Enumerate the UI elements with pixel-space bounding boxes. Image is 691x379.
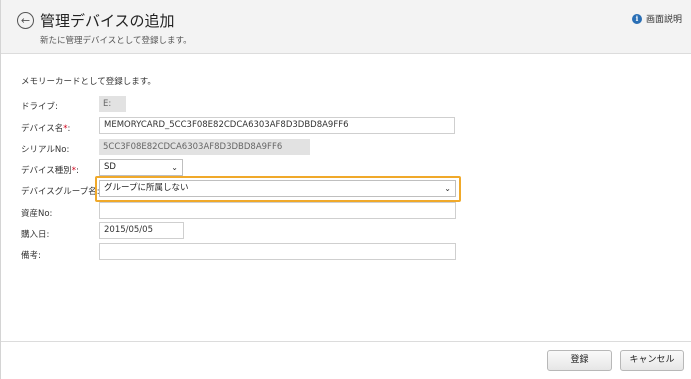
help-link[interactable]: i 画面説明 [631, 12, 682, 25]
remarks-label: 備考: [21, 251, 41, 261]
device-name-label-suffix: : [67, 124, 71, 134]
asset-no-label: 資産No: [21, 209, 53, 219]
device-type-label-suffix: : [76, 166, 79, 176]
page-header: ← 管理デバイスの追加 新たに管理デバイスとして登録します。 i 画面説明 [1, 0, 691, 54]
footer-divider [1, 341, 691, 342]
drive-label: ドライブ: [21, 102, 58, 112]
back-arrow-icon[interactable]: ← [17, 12, 34, 29]
device-group-value: グループに所属しない [104, 183, 189, 193]
asset-no-field[interactable] [99, 202, 456, 219]
form-intro: メモリーカードとして登録します。 [21, 77, 156, 87]
purchase-date-label: 購入日: [21, 230, 50, 240]
purchase-date-field[interactable]: 2015/05/05 [99, 222, 184, 239]
help-link-label: 画面説明 [645, 15, 682, 25]
device-type-select[interactable]: SD ⌄ [99, 159, 183, 176]
device-name-field[interactable]: MEMORYCARD_5CC3F08E82CDCA6303AF8D3DBD8A9… [99, 117, 455, 134]
device-type-value: SD [104, 162, 116, 172]
device-type-label: デバイス種別*: [21, 164, 79, 176]
remarks-field[interactable] [99, 243, 456, 260]
device-group-select[interactable]: グループに所属しない ⌄ [99, 180, 456, 197]
device-name-label-text: デバイス名 [21, 124, 64, 134]
page-title: 管理デバイスの追加 [40, 12, 175, 30]
page-subtitle: 新たに管理デバイスとして登録します。 [40, 36, 192, 46]
dialog-window: ← 管理デバイスの追加 新たに管理デバイスとして登録します。 i 画面説明 メモ… [0, 0, 691, 379]
drive-value: E: [99, 96, 126, 112]
info-icon: i [631, 13, 642, 24]
chevron-down-icon: ⌄ [444, 184, 451, 193]
register-button[interactable]: 登録 [547, 350, 612, 371]
device-group-label: デバイスグループ名: [21, 187, 100, 197]
device-type-label-text: デバイス種別 [21, 166, 72, 176]
device-name-label: デバイス名*: [21, 122, 70, 134]
chevron-down-icon: ⌄ [171, 163, 178, 172]
serial-no-value: 5CC3F08E82CDCA6303AF8D3DBD8A9FF6 [99, 139, 310, 155]
serial-no-label: シリアルNo: [21, 145, 70, 155]
cancel-button[interactable]: キャンセル [620, 350, 684, 371]
